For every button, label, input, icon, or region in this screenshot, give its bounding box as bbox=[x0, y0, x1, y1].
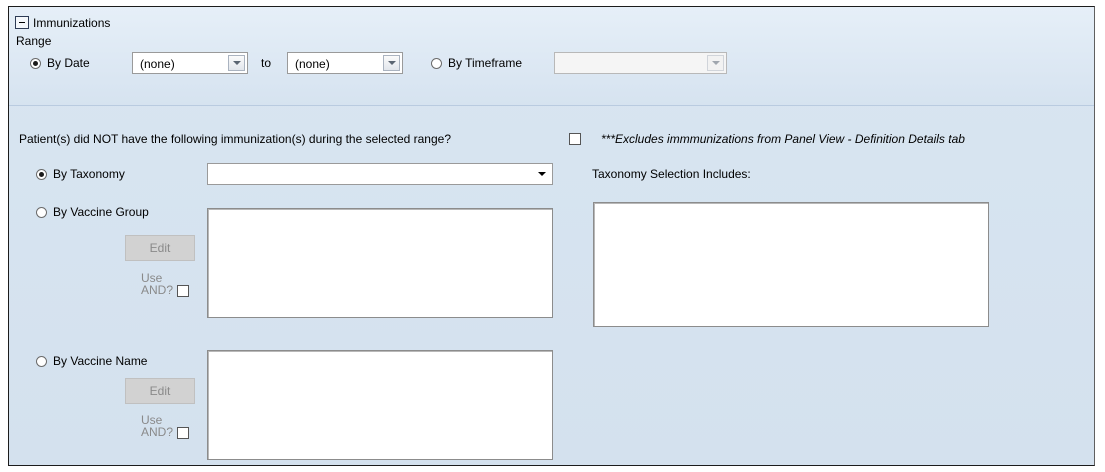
by-date-radio[interactable] bbox=[30, 58, 41, 69]
by-date-label: By Date bbox=[47, 56, 90, 70]
by-timeframe-label: By Timeframe bbox=[448, 56, 523, 70]
chevron-down-icon[interactable] bbox=[228, 55, 245, 71]
taxonomy-includes-label: Taxonomy Selection Includes: bbox=[592, 167, 751, 181]
taxonomy-includes-list bbox=[593, 202, 989, 327]
by-vaccine-group-label: By Vaccine Group bbox=[53, 205, 149, 219]
vaccine-group-and-checkbox[interactable] bbox=[177, 285, 189, 297]
not-checkbox[interactable] bbox=[569, 133, 581, 145]
vaccine-group-use-and-label: Use AND? bbox=[141, 272, 173, 296]
by-taxonomy-label: By Taxonomy bbox=[53, 167, 125, 181]
range-group: Immunizations Range By Date (none) to (n… bbox=[9, 7, 1094, 106]
vaccine-name-list[interactable] bbox=[207, 350, 553, 460]
not-question-label: Patient(s) did NOT have the following im… bbox=[19, 132, 451, 146]
range-label: Range bbox=[16, 34, 52, 48]
by-timeframe-radio[interactable] bbox=[431, 58, 442, 69]
timeframe-select[interactable] bbox=[554, 52, 727, 74]
immunizations-panel: Immunizations Range By Date (none) to (n… bbox=[8, 6, 1095, 466]
chevron-down-icon[interactable] bbox=[707, 55, 724, 71]
from-date-value: (none) bbox=[140, 57, 175, 71]
chevron-down-icon[interactable] bbox=[383, 55, 400, 71]
vaccine-name-and-checkbox[interactable] bbox=[177, 427, 189, 439]
by-vaccine-name-label: By Vaccine Name bbox=[53, 354, 148, 368]
vaccine-name-edit-button[interactable]: Edit bbox=[125, 378, 195, 404]
by-vaccine-group-radio[interactable] bbox=[36, 207, 47, 218]
to-date-value: (none) bbox=[295, 57, 330, 71]
chevron-down-icon[interactable] bbox=[533, 166, 550, 182]
vaccine-group-edit-button[interactable]: Edit bbox=[125, 235, 195, 261]
section-title: Immunizations bbox=[33, 16, 111, 30]
by-taxonomy-radio[interactable] bbox=[36, 169, 47, 180]
by-vaccine-name-radio[interactable] bbox=[36, 356, 47, 367]
and-text: AND? bbox=[141, 425, 174, 439]
vaccine-group-list[interactable] bbox=[207, 208, 553, 318]
collapse-button[interactable] bbox=[15, 16, 29, 29]
exclude-note: ***Excludes immmunizations from Panel Vi… bbox=[601, 132, 965, 146]
from-date-select[interactable]: (none) bbox=[132, 52, 248, 74]
to-date-select[interactable]: (none) bbox=[287, 52, 403, 74]
taxonomy-select[interactable] bbox=[207, 163, 553, 185]
vaccine-name-use-and-label: Use AND? bbox=[141, 414, 173, 438]
and-text: AND? bbox=[141, 283, 174, 297]
to-label: to bbox=[261, 56, 272, 70]
